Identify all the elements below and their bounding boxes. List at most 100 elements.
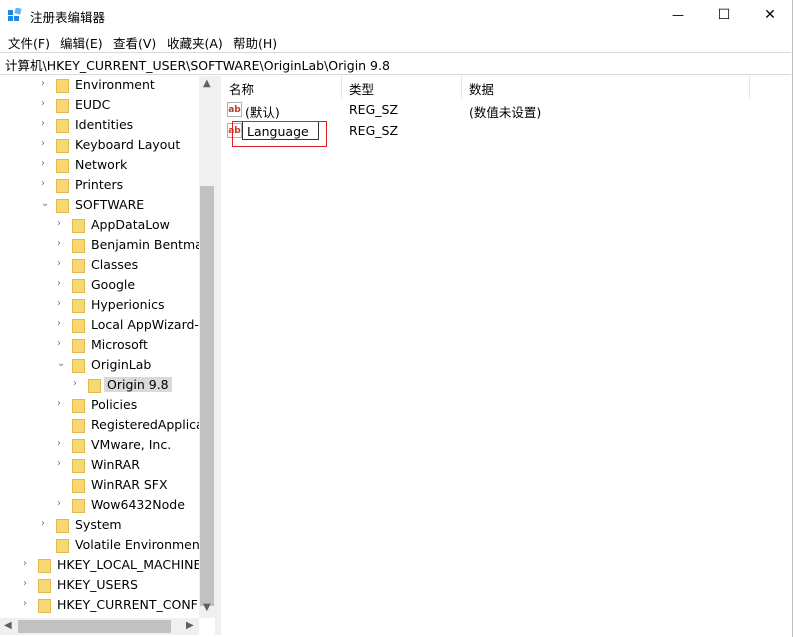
tree-item[interactable]: Volatile Environment [0, 536, 205, 556]
column-data[interactable]: 数据 [461, 76, 750, 98]
tree-item[interactable]: › Local AppWizard-Ge [0, 316, 215, 336]
tree-item-label: HKEY_LOCAL_MACHINE [57, 557, 202, 572]
tree-item[interactable]: › Origin 9.8 [0, 376, 200, 396]
tree-item-label: VMware, Inc. [91, 437, 172, 452]
tree-item-label: WinRAR [91, 457, 140, 472]
address-path: 计算机\HKEY_CURRENT_USER\SOFTWARE\OriginLab… [5, 58, 390, 73]
chevron-right-icon[interactable]: › [57, 258, 67, 272]
tree-item[interactable]: › HKEY_CURRENT_CONFIG [0, 596, 211, 616]
chevron-right-icon[interactable]: › [41, 78, 51, 92]
tree-item[interactable]: ⌄ SOFTWARE [0, 196, 200, 216]
chevron-right-icon[interactable]: › [57, 338, 67, 352]
tree-item[interactable]: › Printers [0, 176, 200, 196]
maximize-button[interactable]: ☐ [701, 0, 747, 30]
tree-item[interactable]: › VMware, Inc. [0, 436, 200, 456]
scroll-up-icon[interactable]: ▲ [203, 78, 211, 89]
chevron-right-icon[interactable]: › [57, 278, 67, 292]
tree-item-label: Policies [91, 397, 138, 412]
chevron-right-icon[interactable]: › [23, 558, 33, 572]
menu-favorites[interactable]: 收藏夹(A) [167, 33, 223, 52]
folder-icon [56, 179, 69, 193]
tree-item[interactable]: › HKEY_LOCAL_MACHINE [0, 556, 202, 576]
chevron-right-icon[interactable]: › [23, 578, 33, 592]
chevron-down-icon[interactable]: ⌄ [57, 358, 67, 372]
folder-icon [72, 419, 85, 433]
value-row-default[interactable]: ab (默认) REG_SZ (数值未设置) [221, 100, 781, 120]
tree-item[interactable]: WinRAR SFX [0, 476, 200, 496]
close-icon: ✕ [764, 7, 776, 23]
tree-item[interactable]: ⌄ OriginLab [0, 356, 200, 376]
tree-item-label: Benjamin Bentman [91, 237, 211, 252]
folder-icon [56, 99, 69, 113]
tree-item-label: Volatile Environment [75, 537, 205, 552]
tree-item[interactable]: › Keyboard Layout [0, 136, 200, 156]
chevron-right-icon[interactable]: › [57, 218, 67, 232]
column-name[interactable]: 名称 [221, 76, 342, 98]
folder-icon [72, 439, 85, 453]
value-data: (数值未设置) [469, 105, 542, 120]
folder-icon [56, 199, 69, 213]
chevron-right-icon[interactable]: › [57, 318, 67, 332]
chevron-right-icon[interactable]: › [57, 298, 67, 312]
minimize-button[interactable]: — [655, 0, 701, 30]
tree-item[interactable]: › EUDC [0, 96, 200, 116]
chevron-right-icon[interactable]: › [57, 438, 67, 452]
value-name: (默认) [245, 105, 280, 120]
tree-hscroll-thumb[interactable] [18, 620, 171, 633]
menu-view[interactable]: 查看(V) [113, 33, 156, 52]
scroll-right-icon[interactable]: ▶ [186, 620, 194, 631]
tree-item[interactable]: › AppDataLow [0, 216, 200, 236]
menu-bar: 文件(F) 编辑(E) 查看(V) 收藏夹(A) 帮助(H) [0, 30, 793, 51]
address-bar[interactable]: 计算机\HKEY_CURRENT_USER\SOFTWARE\OriginLab… [0, 52, 791, 75]
title-bar: 注册表编辑器 — ☐ ✕ [0, 0, 793, 30]
folder-icon [72, 459, 85, 473]
tree-vertical-scrollbar[interactable]: ▲ ▼ [199, 76, 215, 618]
chevron-right-icon[interactable]: › [41, 118, 51, 132]
chevron-right-icon[interactable]: › [41, 178, 51, 192]
menu-help[interactable]: 帮助(H) [233, 33, 277, 52]
tree-item-label: Identities [75, 117, 134, 132]
scroll-left-icon[interactable]: ◀ [4, 620, 12, 631]
tree-scroll-thumb[interactable] [200, 186, 214, 606]
tree-horizontal-scrollbar[interactable]: ◀ ▶ [0, 618, 199, 635]
tree-item[interactable]: › Environment [0, 76, 200, 96]
tree-item-label: Wow6432Node [91, 497, 185, 512]
annotation-highlight-box [232, 121, 327, 147]
tree-item[interactable]: RegisteredApplicati [0, 416, 212, 436]
chevron-right-icon[interactable]: › [57, 238, 67, 252]
tree-item[interactable]: › Benjamin Bentman [0, 236, 211, 256]
column-type[interactable]: 类型 [341, 76, 462, 98]
tree-item[interactable]: › WinRAR [0, 456, 200, 476]
menu-file[interactable]: 文件(F) [8, 33, 50, 52]
tree-item[interactable]: › Wow6432Node [0, 496, 200, 516]
window-title: 注册表编辑器 [30, 10, 106, 25]
menu-edit[interactable]: 编辑(E) [60, 33, 103, 52]
folder-icon [72, 279, 85, 293]
chevron-right-icon[interactable]: › [41, 158, 51, 172]
chevron-right-icon[interactable]: › [41, 518, 51, 532]
chevron-right-icon[interactable]: › [73, 378, 83, 392]
chevron-right-icon[interactable]: › [41, 138, 51, 152]
tree-item[interactable]: › Network [0, 156, 200, 176]
tree-item[interactable]: › Identities [0, 116, 200, 136]
tree-item-label: Local AppWizard-Ge [91, 317, 216, 332]
scroll-down-icon[interactable]: ▼ [203, 602, 211, 613]
chevron-right-icon[interactable]: › [57, 458, 67, 472]
close-button[interactable]: ✕ [747, 0, 793, 30]
tree-item[interactable]: › Microsoft [0, 336, 200, 356]
chevron-right-icon[interactable]: › [57, 498, 67, 512]
tree-item[interactable]: › HKEY_USERS [0, 576, 200, 596]
folder-icon [72, 499, 85, 513]
folder-icon [88, 379, 101, 393]
folder-icon [56, 159, 69, 173]
chevron-right-icon[interactable]: › [57, 398, 67, 412]
chevron-down-icon[interactable]: ⌄ [41, 198, 51, 212]
tree-item[interactable]: › Classes [0, 256, 200, 276]
chevron-right-icon[interactable]: › [23, 598, 33, 612]
chevron-right-icon[interactable]: › [41, 98, 51, 112]
key-tree: › Environment › EUDC › Identities › Keyboard La… [0, 76, 216, 635]
tree-item[interactable]: › System [0, 516, 200, 536]
tree-item[interactable]: › Hyperionics [0, 296, 200, 316]
tree-item[interactable]: › Policies [0, 396, 200, 416]
tree-item[interactable]: › Google [0, 276, 200, 296]
